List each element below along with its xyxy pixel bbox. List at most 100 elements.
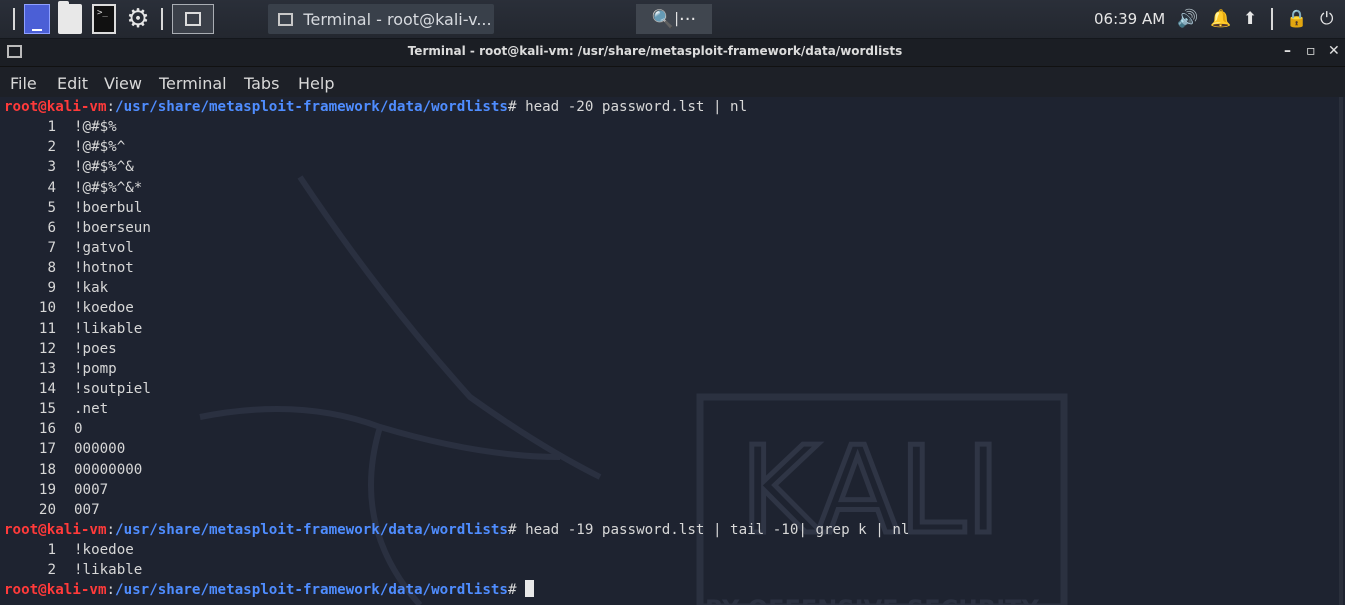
power-icon[interactable]: ⏻ xyxy=(1320,4,1333,34)
window-titlebar[interactable]: Terminal - root@kali-vm: /usr/share/meta… xyxy=(0,39,1345,67)
line-number: 17 xyxy=(38,441,56,458)
app-menu-icon[interactable] xyxy=(24,4,50,34)
line-value: !boerseun xyxy=(74,219,151,236)
cursor xyxy=(525,580,535,598)
line-value: !@#$%^ xyxy=(74,139,126,156)
line-number: 5 xyxy=(47,199,56,216)
notifications-bell-icon[interactable]: 🔔 xyxy=(1210,4,1231,34)
workspace-switcher-button[interactable] xyxy=(172,4,214,34)
command-text: head -19 password.lst | tail -10| grep k… xyxy=(525,521,910,538)
prompt-suffix: # xyxy=(507,582,526,599)
output-line: 11 !likable xyxy=(4,319,909,339)
output-line: 4 !@#$%^&* xyxy=(4,178,909,198)
menu-help[interactable]: Help xyxy=(298,74,334,93)
close-button[interactable]: ✕ xyxy=(1328,43,1340,59)
line-value: !koedoe xyxy=(74,300,134,317)
line-value: !kak xyxy=(74,280,109,297)
line-number: 19 xyxy=(38,481,56,498)
output-line: 9 !kak xyxy=(4,278,909,298)
more-options-icon[interactable]: ··· xyxy=(679,9,696,30)
line-number: 16 xyxy=(38,421,56,438)
clock[interactable]: 06:39 AM xyxy=(1094,4,1165,34)
volume-icon[interactable]: 🔊 xyxy=(1177,4,1198,34)
window-title: Terminal - root@kali-vm: /usr/share/meta… xyxy=(407,44,903,58)
menu-edit[interactable]: Edit xyxy=(57,74,88,93)
terminal-area[interactable]: KALI BY OFFENSIVE SECURITY root@kali-vm:… xyxy=(0,97,1345,605)
menu-terminal[interactable]: Terminal xyxy=(159,74,227,93)
line-value: !koedoe xyxy=(74,542,134,559)
prompt-colon: : xyxy=(106,582,116,599)
panel-separator xyxy=(13,8,15,30)
menu-file[interactable]: File xyxy=(10,74,37,93)
line-number: 4 xyxy=(47,179,56,196)
maximize-button[interactable]: ▫ xyxy=(1306,43,1316,59)
line-value: !likable xyxy=(74,562,143,579)
file-manager-icon[interactable] xyxy=(58,1,82,34)
line-number: 10 xyxy=(38,300,56,317)
line-value: !@#$%^& xyxy=(74,159,134,176)
menubar: File Edit View Terminal Tabs Help xyxy=(0,67,1345,97)
line-value: !soutpiel xyxy=(74,380,151,397)
lock-icon[interactable]: 🔒 xyxy=(1286,4,1307,34)
output-line: 5 !boerbul xyxy=(4,198,909,218)
line-number: 8 xyxy=(47,260,56,277)
prompt-path: /usr/share/metasploit-framework/data/wor… xyxy=(115,99,508,115)
output-line: 20 007 xyxy=(4,500,909,520)
prompt-suffix: # xyxy=(507,99,526,115)
minimize-button[interactable]: – xyxy=(1284,43,1291,59)
line-number: 9 xyxy=(47,280,56,297)
output-line: 15 .net xyxy=(4,399,909,419)
line-value: 0 xyxy=(74,421,83,438)
prompt-path: /usr/share/metasploit-framework/data/wor… xyxy=(115,521,508,538)
line-value: 007 xyxy=(74,501,100,518)
output-line: 8 !hotnot xyxy=(4,258,909,278)
prompt-path: /usr/share/metasploit-framework/data/wor… xyxy=(115,582,508,599)
prompt-colon: : xyxy=(106,521,116,538)
line-value: 00000000 xyxy=(74,461,143,478)
line-value: !boerbul xyxy=(74,199,143,216)
line-value: !@#$% xyxy=(74,119,117,136)
taskbar-terminal-button[interactable]: Terminal - root@kali-v... xyxy=(268,4,494,34)
output-line: 10 !koedoe xyxy=(4,298,909,318)
zoom-controls[interactable]: 🔍 | ··· xyxy=(636,4,712,34)
update-icon[interactable]: ⬆ xyxy=(1243,4,1257,34)
prompt-line: root@kali-vm:/usr/share/metasploit-frame… xyxy=(4,580,909,600)
zoom-icon[interactable]: 🔍 xyxy=(652,9,674,30)
output-line: 6 !boerseun xyxy=(4,218,909,238)
panel-separator xyxy=(1271,8,1273,30)
line-number: 2 xyxy=(47,562,56,579)
prompt-suffix: # xyxy=(507,521,526,538)
terminal-icon xyxy=(185,12,201,26)
line-number: 6 xyxy=(47,219,56,236)
line-value: !@#$%^&* xyxy=(74,179,143,196)
line-number: 3 xyxy=(47,159,56,176)
line-value: !poes xyxy=(74,340,117,357)
line-value: .net xyxy=(74,401,109,418)
command-text: head -20 password.lst | nl xyxy=(525,99,748,115)
panel-separator xyxy=(161,8,163,30)
line-number: 15 xyxy=(38,401,56,418)
settings-gear-icon[interactable]: ⚙ xyxy=(123,4,153,34)
prompt-user: root@kali-vm xyxy=(4,582,107,599)
taskbar-terminal-label: Terminal - root@kali-v... xyxy=(303,9,492,29)
menu-tabs[interactable]: Tabs xyxy=(244,74,279,93)
line-value: !hotnot xyxy=(74,260,134,277)
prompt-line: root@kali-vm:/usr/share/metasploit-frame… xyxy=(4,97,909,117)
prompt-user: root@kali-vm xyxy=(4,99,107,115)
output-line: 19 0007 xyxy=(4,480,909,500)
output-line: 1 !koedoe xyxy=(4,540,909,560)
output-line: 2 !likable xyxy=(4,560,909,580)
prompt-line: root@kali-vm:/usr/share/metasploit-frame… xyxy=(4,520,909,540)
scrollbar[interactable] xyxy=(1339,97,1343,605)
line-value: !gatvol xyxy=(74,239,134,256)
terminal-output: root@kali-vm:/usr/share/metasploit-frame… xyxy=(4,97,909,601)
output-line: 2 !@#$%^ xyxy=(4,137,909,157)
line-number: 12 xyxy=(38,340,56,357)
line-number: 2 xyxy=(47,139,56,156)
line-value: 000000 xyxy=(74,441,126,458)
line-value: 0007 xyxy=(74,481,109,498)
output-line: 16 0 xyxy=(4,419,909,439)
menu-view[interactable]: View xyxy=(104,74,142,93)
output-line: 12 !poes xyxy=(4,339,909,359)
terminal-icon[interactable]: >_ xyxy=(92,4,116,34)
